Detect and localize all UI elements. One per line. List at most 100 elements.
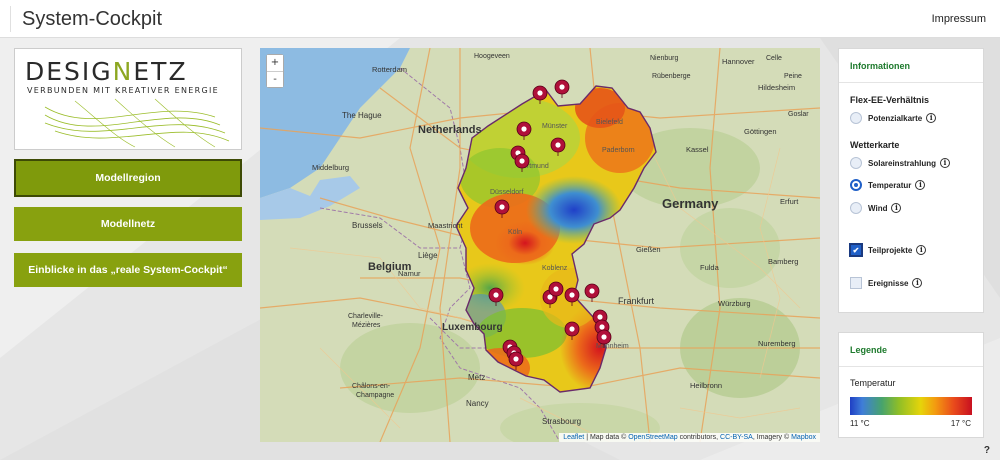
project-marker-dot <box>599 324 605 330</box>
project-marker-dot <box>553 286 559 292</box>
map-label-mannheim: Mannheim <box>596 343 629 350</box>
project-marker-dot <box>493 292 499 298</box>
project-marker-dot <box>597 314 603 320</box>
project-marker-dot <box>559 84 565 90</box>
license-link[interactable]: CC-BY-SA <box>720 434 753 441</box>
map-label-strasbourg: Strasbourg <box>542 417 581 426</box>
help-icon[interactable]: ? <box>984 445 990 456</box>
map-view[interactable]: Netherlands Germany Belgium Luxembourg T… <box>260 48 820 442</box>
info-icon[interactable]: i <box>915 180 926 190</box>
attribution-text: , Imagery © <box>752 434 792 441</box>
logo-tagline: VERBUNDEN MIT KREATIVER ENERGIE <box>27 86 219 95</box>
map-attribution: Leaflet | Map data © OpenStreetMap contr… <box>559 433 820 442</box>
map-label-kassel: Kassel <box>686 145 709 154</box>
map-label-rotterdam: Rotterdam <box>372 65 407 74</box>
map-label-hannover: Hannover <box>722 57 755 66</box>
project-marker-dot <box>555 142 561 148</box>
zoom-out-button[interactable]: - <box>267 71 283 87</box>
top-bar: System-Cockpit Impressum <box>0 0 1000 38</box>
legend-panel-title: Legende <box>839 333 983 367</box>
map-label-luxembourg: Luxembourg <box>442 322 503 333</box>
info-panel: Informationen Flex-EE-Verhältnis Potenzi… <box>838 48 984 313</box>
project-marker-dot <box>601 334 607 340</box>
info-panel-title: Informationen <box>839 49 983 83</box>
project-marker-dot <box>519 158 525 164</box>
logo-wordmark-n: N <box>112 57 134 86</box>
map-label-celle: Celle <box>766 55 782 62</box>
legend-min-label: 11 °C <box>850 419 870 428</box>
teilprojekte-label: Teilprojekte <box>868 245 913 255</box>
ereignisse-checkbox[interactable] <box>850 277 862 289</box>
wind-option[interactable]: Wind i <box>850 202 902 214</box>
designetz-logo: DESIGNETZ VERBUNDEN MIT KREATIVER ENERGI… <box>14 48 242 150</box>
info-icon[interactable]: i <box>940 158 951 168</box>
logo-wave-graphic <box>44 98 230 148</box>
map-label-netherlands: Netherlands <box>418 124 482 136</box>
nav-modellregion-button[interactable]: Modellregion <box>14 159 242 197</box>
solareinstrahlung-radio[interactable] <box>850 157 862 169</box>
project-marker-dot <box>499 204 505 210</box>
attribution-text: contributors, <box>677 434 721 441</box>
temperatur-option[interactable]: Temperatur i <box>850 179 926 191</box>
map-label-metz: Metz <box>468 373 485 382</box>
ereignisse-label: Ereignisse <box>868 278 909 288</box>
project-marker-dot <box>569 326 575 332</box>
map-label-bielefeld: Bielefeld <box>596 119 623 126</box>
info-icon[interactable]: i <box>891 203 902 213</box>
potenzialkarte-option[interactable]: Potenzialkarte i <box>850 112 937 124</box>
attribution-text: | Map data © <box>584 434 629 441</box>
osm-link[interactable]: OpenStreetMap <box>628 434 677 441</box>
logo-wordmark-part: DESIG <box>25 57 113 86</box>
map-label-fulda: Fulda <box>700 263 720 272</box>
map-label-brussels: Brussels <box>352 221 383 230</box>
impressum-link[interactable]: Impressum <box>932 13 986 25</box>
legend-panel: Legende Temperatur 11 °C 17 °C <box>838 332 984 438</box>
legend-max-label: 17 °C <box>950 419 971 428</box>
map-label-bamberg: Bamberg <box>768 257 798 266</box>
nav-einblicke-button[interactable]: Einblicke in das „reale System-Cockpit“ <box>14 253 242 287</box>
map-label-liege: Liège <box>418 251 438 260</box>
map-label-wuerzburg: Würzburg <box>718 299 751 308</box>
project-marker-dot <box>513 356 519 362</box>
temperatur-radio[interactable] <box>850 179 862 191</box>
zoom-control: + - <box>266 54 284 88</box>
map-label-nuremberg: Nuremberg <box>758 339 796 348</box>
project-marker-dot <box>569 292 575 298</box>
map-label-hildesheim: Hildesheim <box>758 83 795 92</box>
wind-label: Wind <box>868 203 888 213</box>
project-marker-dot <box>589 288 595 294</box>
map-label-germany: Germany <box>662 196 719 211</box>
info-icon[interactable]: i <box>926 113 937 123</box>
teilprojekte-option[interactable]: ✔ Teilprojekte i <box>850 244 927 256</box>
nav-modellnetz-button[interactable]: Modellnetz <box>14 207 242 241</box>
info-icon[interactable]: i <box>912 278 923 288</box>
map-label-goettingen: Göttingen <box>744 127 777 136</box>
map-label-hoogeveen: Hoogeveen <box>474 53 510 60</box>
potenzialkarte-radio[interactable] <box>850 112 862 124</box>
project-marker-dot <box>537 90 543 96</box>
map-canvas[interactable]: Netherlands Germany Belgium Luxembourg T… <box>260 48 820 442</box>
teilprojekte-checkbox[interactable]: ✔ <box>850 244 862 256</box>
solareinstrahlung-option[interactable]: Solareinstrahlung i <box>850 157 951 169</box>
mapbox-link[interactable]: Mapbox <box>791 434 816 441</box>
ereignisse-option[interactable]: Ereignisse i <box>850 277 923 289</box>
map-label-frankfurt: Frankfurt <box>618 296 655 306</box>
logo-wordmark-part: ETZ <box>133 57 188 86</box>
map-label-erfurt: Erfurt <box>780 197 799 206</box>
logo-wordmark: DESIGNETZ <box>25 57 188 86</box>
wind-radio[interactable] <box>850 202 862 214</box>
info-icon[interactable]: i <box>916 245 927 255</box>
leaflet-link[interactable]: Leaflet <box>563 434 584 441</box>
legend-color-scale <box>850 397 972 415</box>
map-label-ruebenberge: Rübenberge <box>652 73 691 80</box>
map-label-giessen: Gießen <box>636 245 661 254</box>
map-label-namur: Namur <box>398 269 421 278</box>
map-label-koblenz: Koblenz <box>542 265 568 272</box>
zoom-in-button[interactable]: + <box>267 55 283 71</box>
map-label-heilbronn: Heilbronn <box>690 381 722 390</box>
potenzialkarte-label: Potenzialkarte <box>868 113 923 123</box>
temperatur-label: Temperatur <box>868 180 912 190</box>
map-label-nienburg: Nienburg <box>650 55 679 62</box>
map-label-duesseldorf: Düsseldorf <box>490 189 524 196</box>
map-label-goslar: Goslar <box>788 111 809 118</box>
